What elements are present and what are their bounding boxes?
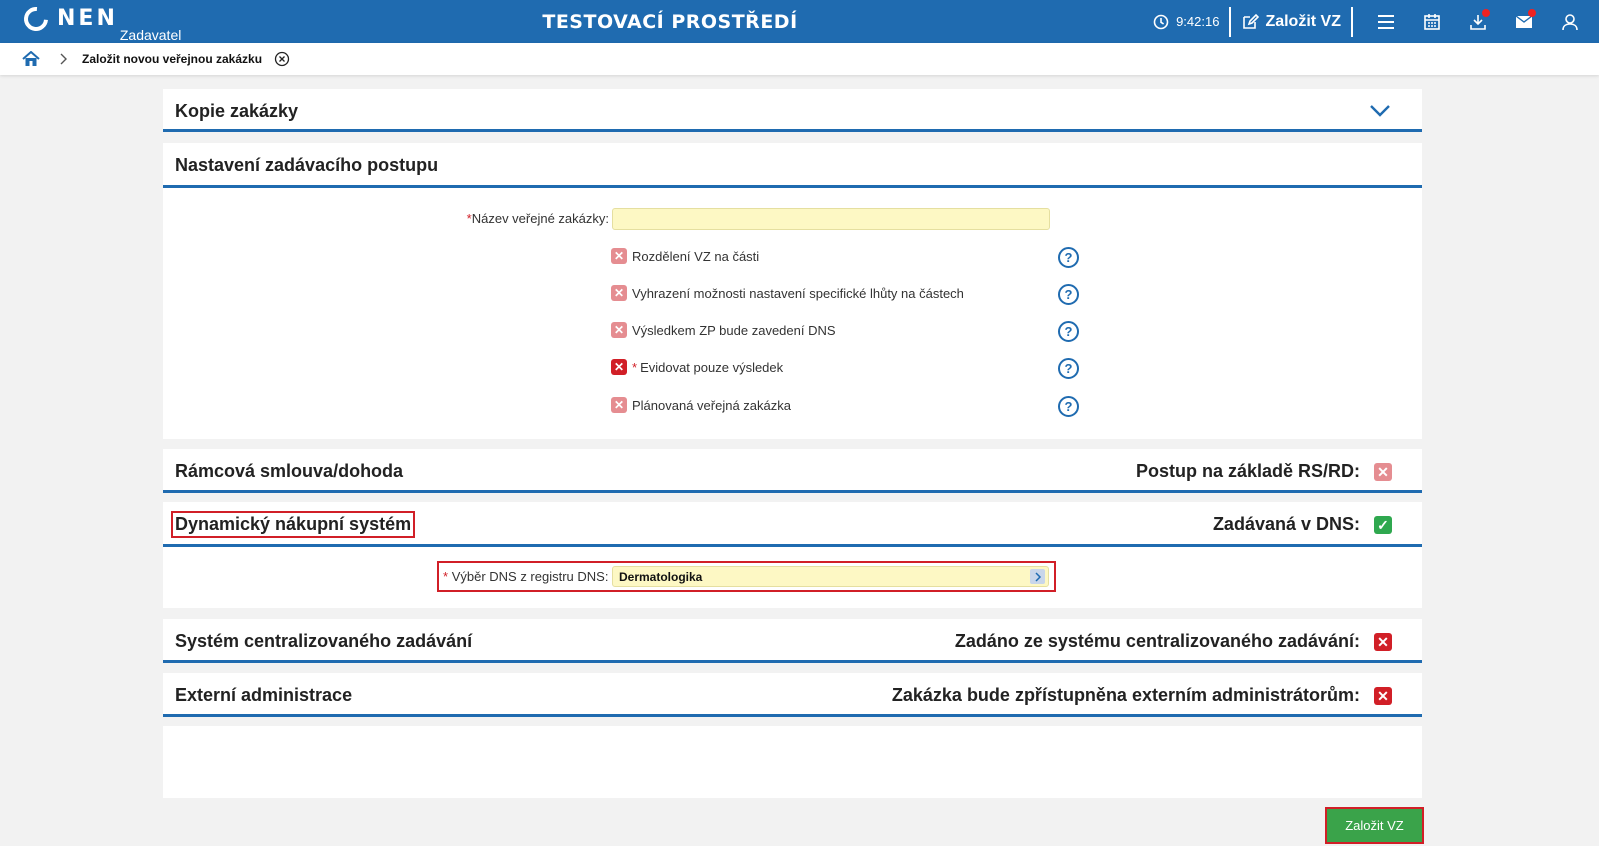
centralizovane-label: Zadáno ze systému centralizovaného zadáv… xyxy=(954,631,1360,651)
section-kopie-zakazky: Kopie zakázky xyxy=(163,89,1422,132)
option-label: Plánovaná veřejná zakázka xyxy=(632,397,791,413)
section-header[interactable]: Kopie zakázky xyxy=(163,89,1422,132)
help-icon[interactable]: ? xyxy=(1058,247,1079,268)
edit-icon xyxy=(1243,13,1260,29)
section-dynamicky-nakupni-system: Dynamický nákupní systém Zadávaná v DNS:… xyxy=(163,502,1422,608)
notification-dot xyxy=(1528,9,1536,17)
unchecked-x-icon[interactable]: ✕ xyxy=(1374,462,1392,481)
breadcrumb-current: Založit novou veřejnou zakázku xyxy=(82,52,263,66)
section-nastaveni-zadavaciho-postupu: Nastavení zadávacího postupu *Název veře… xyxy=(163,143,1422,439)
help-icon[interactable]: ? xyxy=(1058,321,1079,342)
externi-label: Zakázka bude zpřístupněna externím admin… xyxy=(891,685,1360,705)
top-bar: NEN Zadavatel TESTOVACÍ PROSTŘEDÍ 9:42:1… xyxy=(0,0,1599,43)
section-title: Kopie zakázky xyxy=(175,101,299,121)
externi-toggle: Zakázka bude zpřístupněna externím admin… xyxy=(892,685,1392,706)
dns-register-select[interactable]: Dermatologika xyxy=(612,566,1049,587)
option-zavedeni-dns[interactable]: ✕ Výsledkem ZP bude zavedení DNS xyxy=(611,322,836,338)
clock-icon xyxy=(1153,14,1169,29)
unchecked-x-icon[interactable]: ✕ xyxy=(611,248,627,264)
create-vz-label: Založit VZ xyxy=(1265,12,1341,30)
user-profile-button[interactable] xyxy=(1547,0,1593,43)
option-label: Evidovat pouze výsledek xyxy=(640,359,784,375)
toolbar-divider xyxy=(1229,6,1232,37)
section-header: Nastavení zadávacího postupu xyxy=(163,143,1422,188)
nazev-zakazky-label: *Název veřejné zakázky: xyxy=(467,211,609,226)
centralizovane-toggle: Zadáno ze systému centralizovaného zadáv… xyxy=(955,631,1392,652)
option-vyhrazeni-lhuty[interactable]: ✕ Vyhrazení možnosti nastavení specifick… xyxy=(611,285,964,301)
option-planovana-zakazka[interactable]: ✕ Plánovaná veřejná zakázka xyxy=(611,397,791,413)
option-label: Výsledkem ZP bude zavedení DNS xyxy=(632,322,836,338)
section-title: Systém centralizovaného zadávání xyxy=(175,631,473,651)
required-marker: * xyxy=(443,569,449,584)
section-header: Rámcová smlouva/dohoda Postup na základě… xyxy=(163,449,1422,493)
section-title: Dynamický nákupní systém xyxy=(170,511,416,538)
section-header: Externí administrace Zakázka bude zpříst… xyxy=(163,673,1422,717)
zadavana-v-dns-toggle: Zadávaná v DNS: ✓ xyxy=(1213,514,1392,535)
section-externi-administrace: Externí administrace Zakázka bude zpříst… xyxy=(163,673,1422,717)
rs-rd-label: Postup na základě RS/RD: xyxy=(1135,461,1360,481)
toolbar-divider xyxy=(1351,6,1353,37)
empty-panel xyxy=(163,726,1422,798)
top-bar-actions: 9:42:16 Založit VZ xyxy=(1153,0,1599,43)
menu-button[interactable] xyxy=(1363,0,1409,43)
section-ramcova-smlouva: Rámcová smlouva/dohoda Postup na základě… xyxy=(163,449,1422,493)
notification-dot xyxy=(1482,9,1490,17)
unchecked-x-icon[interactable]: ✕ xyxy=(611,285,627,301)
section-centralizovane-zadavani: Systém centralizovaného zadávání Zadáno … xyxy=(163,619,1422,663)
unchecked-x-icon[interactable]: ✕ xyxy=(611,359,627,375)
clock-time: 9:42:16 xyxy=(1176,14,1220,29)
section-title: Nastavení zadávacího postupu xyxy=(175,155,439,175)
user-icon xyxy=(1562,13,1578,30)
section-header: Systém centralizovaného zadávání Zadáno … xyxy=(163,619,1422,663)
nazev-zakazky-input[interactable] xyxy=(612,208,1050,230)
option-rozdeleni-na-casti[interactable]: ✕ Rozdělení VZ na části xyxy=(611,248,759,264)
chevron-down-icon[interactable] xyxy=(1369,104,1391,118)
submit-zalozit-vz-button[interactable]: Založit VZ xyxy=(1325,807,1424,844)
calendar-icon xyxy=(1424,13,1440,30)
downloads-button[interactable] xyxy=(1455,0,1501,43)
dns-register-value: Dermatologika xyxy=(619,570,703,584)
section-header: Dynamický nákupní systém Zadávaná v DNS:… xyxy=(163,502,1422,547)
rs-rd-toggle: Postup na základě RS/RD: ✕ xyxy=(1136,461,1392,482)
close-circle-icon[interactable] xyxy=(274,51,290,67)
help-icon[interactable]: ? xyxy=(1058,396,1079,417)
home-icon[interactable] xyxy=(22,51,40,67)
section-title: Externí administrace xyxy=(175,685,353,705)
environment-title: TESTOVACÍ PROSTŘEDÍ xyxy=(542,11,798,33)
option-label: Rozdělení VZ na části xyxy=(632,248,760,264)
help-icon[interactable]: ? xyxy=(1058,358,1079,379)
unchecked-x-icon[interactable]: ✕ xyxy=(611,322,627,338)
hamburger-menu-icon xyxy=(1378,14,1394,29)
dns-register-label: * Výběr DNS z registru DNS: xyxy=(443,569,608,584)
unchecked-x-icon[interactable]: ✕ xyxy=(611,397,627,413)
create-vz-button[interactable]: Založit VZ xyxy=(1241,0,1341,43)
dns-register-label-text: Výběr DNS z registru DNS: xyxy=(451,569,609,584)
session-clock: 9:42:16 xyxy=(1153,0,1219,43)
option-evidovat-pouze-vysledek[interactable]: ✕ * Evidovat pouze výsledek xyxy=(611,359,783,375)
unchecked-x-icon[interactable]: ✕ xyxy=(1374,686,1392,705)
option-label: Vyhrazení možnosti nastavení specifické … xyxy=(632,285,964,301)
section-title: Rámcová smlouva/dohoda xyxy=(175,461,404,481)
required-marker: * xyxy=(632,359,638,375)
help-icon[interactable]: ? xyxy=(1058,284,1079,305)
chevron-right-icon xyxy=(60,53,67,65)
breadcrumb: Založit novou veřejnou zakázku xyxy=(0,43,1599,75)
checked-checkmark-icon[interactable]: ✓ xyxy=(1374,515,1392,534)
zadavana-v-dns-label: Zadávaná v DNS: xyxy=(1212,514,1360,534)
calendar-button[interactable] xyxy=(1409,0,1455,43)
unchecked-x-icon[interactable]: ✕ xyxy=(1374,632,1392,651)
chevron-right-icon[interactable] xyxy=(1030,569,1045,584)
messages-button[interactable] xyxy=(1501,0,1547,43)
nazev-zakazky-label-text: Název veřejné zakázky: xyxy=(471,211,609,226)
